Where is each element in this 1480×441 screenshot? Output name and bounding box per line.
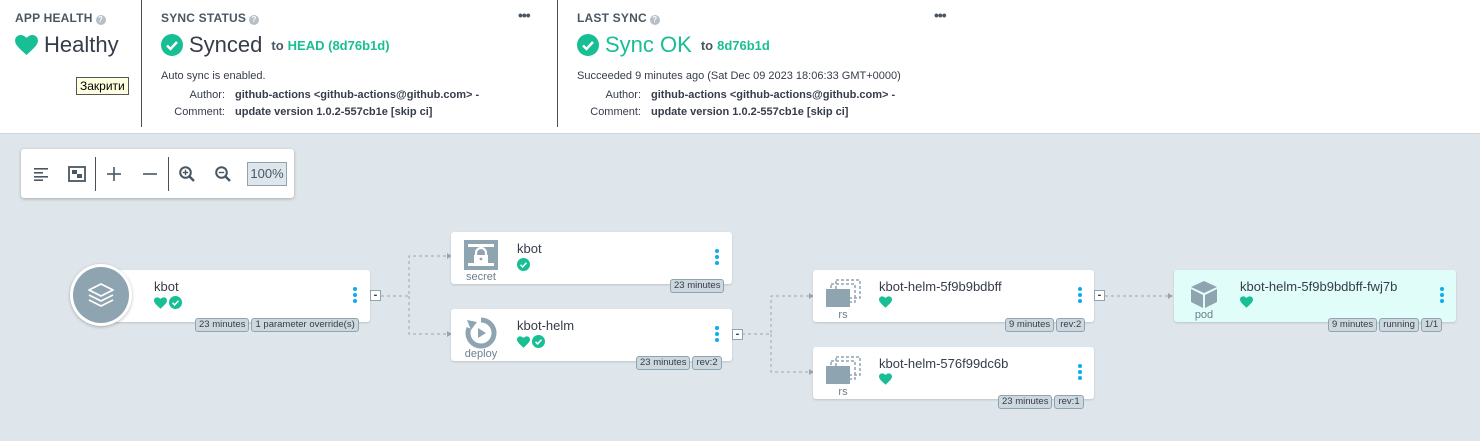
node-name: kbot [154, 279, 179, 294]
lock-icon [464, 240, 498, 270]
replicaset-node-tags: 9 minutes rev:2 [1005, 318, 1086, 332]
node-tag: 23 minutes [195, 318, 250, 332]
collapse-toggle[interactable]: - [370, 290, 381, 301]
node-tag: 9 minutes [1005, 318, 1055, 332]
node-tag: 9 minutes [1328, 318, 1378, 332]
node-status [1240, 296, 1253, 308]
node-status [154, 296, 182, 309]
node-kind: secret [466, 271, 496, 283]
node-tag: running [1379, 318, 1419, 332]
node-status [517, 258, 530, 271]
node-menu-button[interactable] [352, 287, 358, 305]
app-node-icon [70, 264, 132, 326]
cube-icon [1191, 281, 1217, 308]
node-kind: deploy [464, 348, 498, 360]
node-name: kbot-helm-576f99dc6b [879, 356, 1009, 371]
collapse-toggle[interactable]: - [732, 329, 743, 340]
pod-node-tags: 9 minutes running 1/1 [1328, 318, 1443, 332]
replicaset-icon [826, 356, 861, 384]
node-tag: 1 parameter override(s) [251, 318, 359, 332]
replicaset-node-tags: 23 minutes rev:1 [998, 395, 1084, 409]
heart-icon [517, 335, 530, 348]
node-kind: rs [838, 309, 848, 321]
heart-icon [879, 296, 892, 308]
node-tag: 1/1 [1420, 318, 1443, 332]
heart-icon [1240, 296, 1253, 308]
node-status [879, 296, 892, 308]
node-name: kbot-helm [517, 318, 575, 333]
node-menu-button[interactable] [714, 326, 720, 344]
secret-node[interactable]: secret kbot [451, 232, 732, 284]
node-tag: rev:1 [1054, 395, 1084, 409]
node-status [879, 373, 892, 385]
check-circle-icon [517, 258, 530, 271]
deploy-node[interactable]: deploy kbot-helm [451, 309, 732, 361]
node-tag: 23 minutes [670, 279, 725, 293]
check-circle-icon [532, 335, 545, 348]
node-kind: rs [838, 386, 848, 398]
collapse-toggle[interactable]: - [1094, 290, 1105, 301]
app-node[interactable]: kbot [101, 270, 370, 322]
app-node-tags: 23 minutes 1 parameter override(s) [195, 318, 359, 332]
deploy-icon [465, 317, 497, 349]
node-name: kbot-helm-5f9b9bdbff-fwj7b [1240, 279, 1398, 294]
node-menu-button[interactable] [1439, 287, 1445, 305]
node-name: kbot [517, 241, 542, 256]
layers-icon [88, 283, 114, 307]
node-kind: pod [1194, 309, 1214, 321]
node-name: kbot-helm-5f9b9bdbff [879, 279, 1002, 294]
graph-edges [381, 253, 1173, 375]
node-status [517, 335, 545, 348]
node-tag: rev:2 [1056, 318, 1086, 332]
check-circle-icon [169, 296, 182, 309]
heart-icon [879, 373, 892, 385]
pod-node[interactable]: pod kbot-helm-5f9b9bdbff-fwj7b [1174, 270, 1456, 322]
node-menu-button[interactable] [714, 249, 720, 267]
deploy-node-tags: 23 minutes rev:2 [636, 356, 722, 370]
node-menu-button[interactable] [1077, 364, 1083, 382]
replicaset-node[interactable]: rs kbot-helm-576f99dc6b [813, 347, 1094, 399]
replicaset-icon [826, 279, 861, 307]
secret-node-tags: 23 minutes [670, 279, 725, 293]
node-tag: rev:2 [692, 356, 722, 370]
replicaset-node[interactable]: rs kbot-helm-5f9b9bdbff [813, 270, 1094, 322]
node-tag: 23 minutes [998, 395, 1053, 409]
node-menu-button[interactable] [1077, 287, 1083, 305]
heart-icon [154, 296, 167, 309]
node-tag: 23 minutes [636, 356, 691, 370]
